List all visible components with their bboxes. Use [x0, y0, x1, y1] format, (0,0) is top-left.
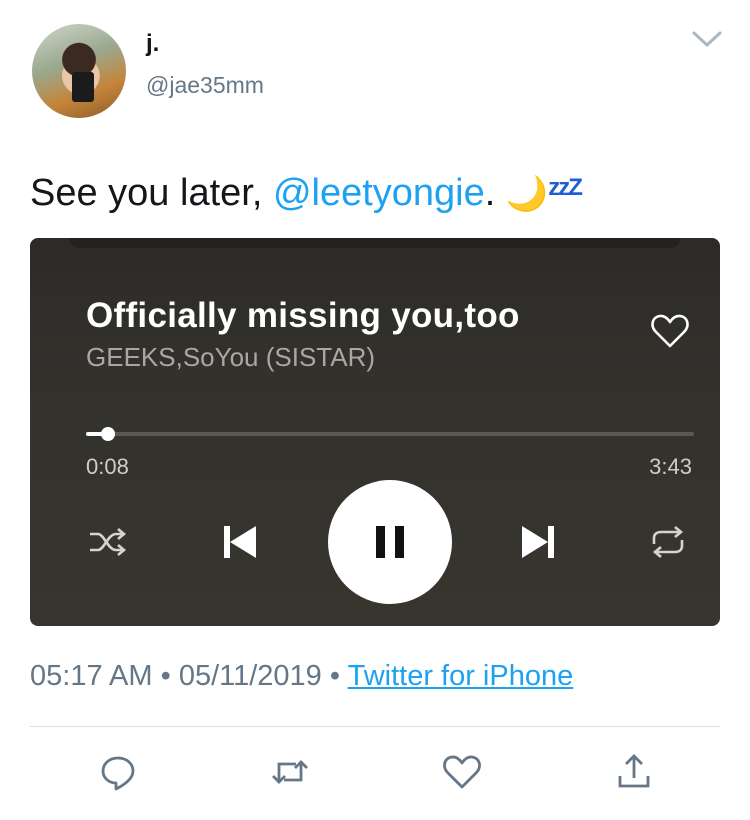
- tweet-source-link[interactable]: Twitter for iPhone: [348, 660, 574, 692]
- zzz-emoji: zzZ: [548, 174, 583, 201]
- meta-separator: •: [329, 660, 341, 692]
- avatar[interactable]: [32, 24, 126, 118]
- music-player-card: Officially missing you,too GEEKS,SoYou (…: [30, 238, 720, 626]
- total-time: 3:43: [649, 454, 692, 479]
- progress-bar[interactable]: [86, 427, 694, 441]
- tweet-time: 05:17 AM: [30, 660, 153, 692]
- tweet-text: See you later, @leetyongie. 🌙zzZ: [30, 172, 583, 215]
- repeat-icon[interactable]: [646, 522, 690, 562]
- tweet-metadata: 05:17 AM • 05/11/2019 • Twitter for iPho…: [30, 660, 573, 693]
- skip-next-icon[interactable]: [516, 520, 560, 564]
- reply-icon[interactable]: [98, 752, 138, 792]
- song-artist: GEEKS,SoYou (SISTAR): [86, 342, 376, 372]
- shuffle-icon[interactable]: [86, 524, 130, 560]
- divider: [30, 726, 720, 727]
- meta-separator: •: [160, 660, 171, 692]
- moon-emoji: 🌙: [505, 175, 549, 213]
- elapsed-time: 0:08: [86, 454, 129, 479]
- retweet-icon[interactable]: [270, 752, 310, 792]
- like-icon[interactable]: [442, 752, 482, 792]
- tweet: j. @jae35mm See you later, @leetyongie. …: [0, 0, 750, 820]
- avatar-cup: [72, 72, 94, 102]
- player-top-shadow: [70, 238, 680, 248]
- author-name[interactable]: j.: [146, 30, 159, 58]
- pause-button[interactable]: [328, 480, 452, 604]
- song-title: Officially missing you,too: [86, 296, 520, 335]
- heart-icon[interactable]: [650, 312, 690, 350]
- chevron-down-icon[interactable]: [690, 28, 724, 50]
- mention-link[interactable]: @leetyongie: [273, 172, 485, 214]
- tweet-text-suffix: .: [484, 172, 506, 214]
- author-handle[interactable]: @jae35mm: [146, 72, 264, 99]
- tweet-text-prefix: See you later,: [30, 172, 273, 214]
- tweet-date: 05/11/2019: [178, 660, 322, 692]
- progress-knob[interactable]: [100, 427, 115, 441]
- pause-icon: [376, 526, 404, 558]
- share-icon[interactable]: [614, 752, 654, 792]
- skip-previous-icon[interactable]: [218, 520, 262, 564]
